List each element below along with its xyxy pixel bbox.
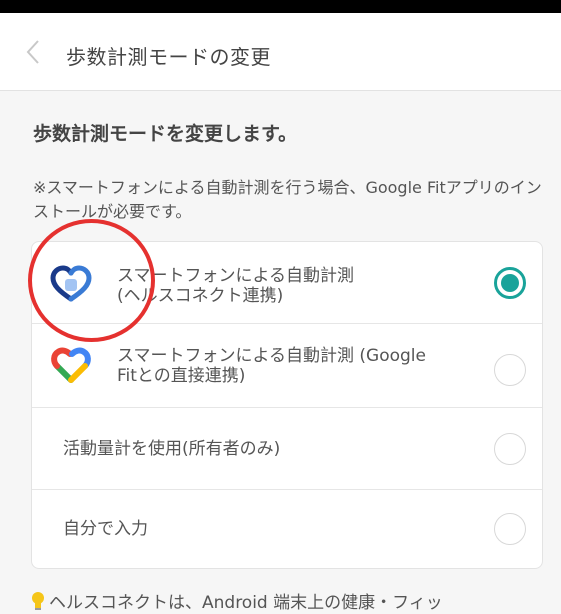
- radio-manual-input[interactable]: [494, 513, 526, 545]
- option-label-line2: Fitとの直接連携): [117, 366, 246, 386]
- radio-activity-tracker[interactable]: [494, 433, 526, 465]
- footer-note-text: ヘルスコネクトは、Android 端末上の健康・フィッ: [49, 593, 443, 613]
- page-title: 歩数計測モードの変更: [66, 45, 271, 69]
- option-activity-tracker-label: 活動量計を使用(所有者のみ): [63, 439, 281, 459]
- main-content: 歩数計測モードを変更します。 ※スマートフォンによる自動計測を行う場合、Goog…: [0, 91, 561, 614]
- option-label-line1: スマートフォンによる自動計測: [117, 266, 354, 286]
- option-label-line2: (ヘルスコネクト連携): [117, 286, 284, 306]
- option-google-fit[interactable]: スマートフォンによる自動計測 (Google Fitとの直接連携): [32, 324, 542, 408]
- google-fit-icon: [51, 347, 91, 383]
- status-bar: [0, 0, 561, 13]
- option-label-line1: スマートフォンによる自動計測 (Google: [117, 346, 426, 366]
- option-activity-tracker[interactable]: 活動量計を使用(所有者のみ): [32, 408, 542, 490]
- health-connect-icon: [50, 265, 92, 302]
- footer-note: ヘルスコネクトは、Android 端末上の健康・フィッ: [31, 588, 443, 613]
- lightbulb-icon: [32, 592, 44, 610]
- option-google-fit-label: スマートフォンによる自動計測 (Google Fitとの直接連携): [117, 346, 497, 386]
- option-health-connect[interactable]: スマートフォンによる自動計測 (ヘルスコネクト連携): [32, 242, 542, 324]
- app-header: 歩数計測モードの変更: [0, 13, 561, 91]
- back-button[interactable]: [22, 37, 46, 67]
- section-title: 歩数計測モードを変更します。: [33, 123, 298, 145]
- mode-options-list: スマートフォンによる自動計測 (ヘルスコネクト連携) スマートフォンによる自動計…: [31, 241, 543, 569]
- option-manual-input-label: 自分で入力: [63, 519, 148, 539]
- radio-google-fit[interactable]: [494, 354, 526, 386]
- radio-health-connect[interactable]: [494, 267, 526, 299]
- option-health-connect-label: スマートフォンによる自動計測 (ヘルスコネクト連携): [117, 266, 497, 306]
- install-note: ※スマートフォンによる自動計測を行う場合、Google Fitアプリのインストー…: [33, 178, 542, 221]
- chevron-left-icon: [26, 40, 39, 64]
- option-manual-input[interactable]: 自分で入力: [32, 490, 542, 568]
